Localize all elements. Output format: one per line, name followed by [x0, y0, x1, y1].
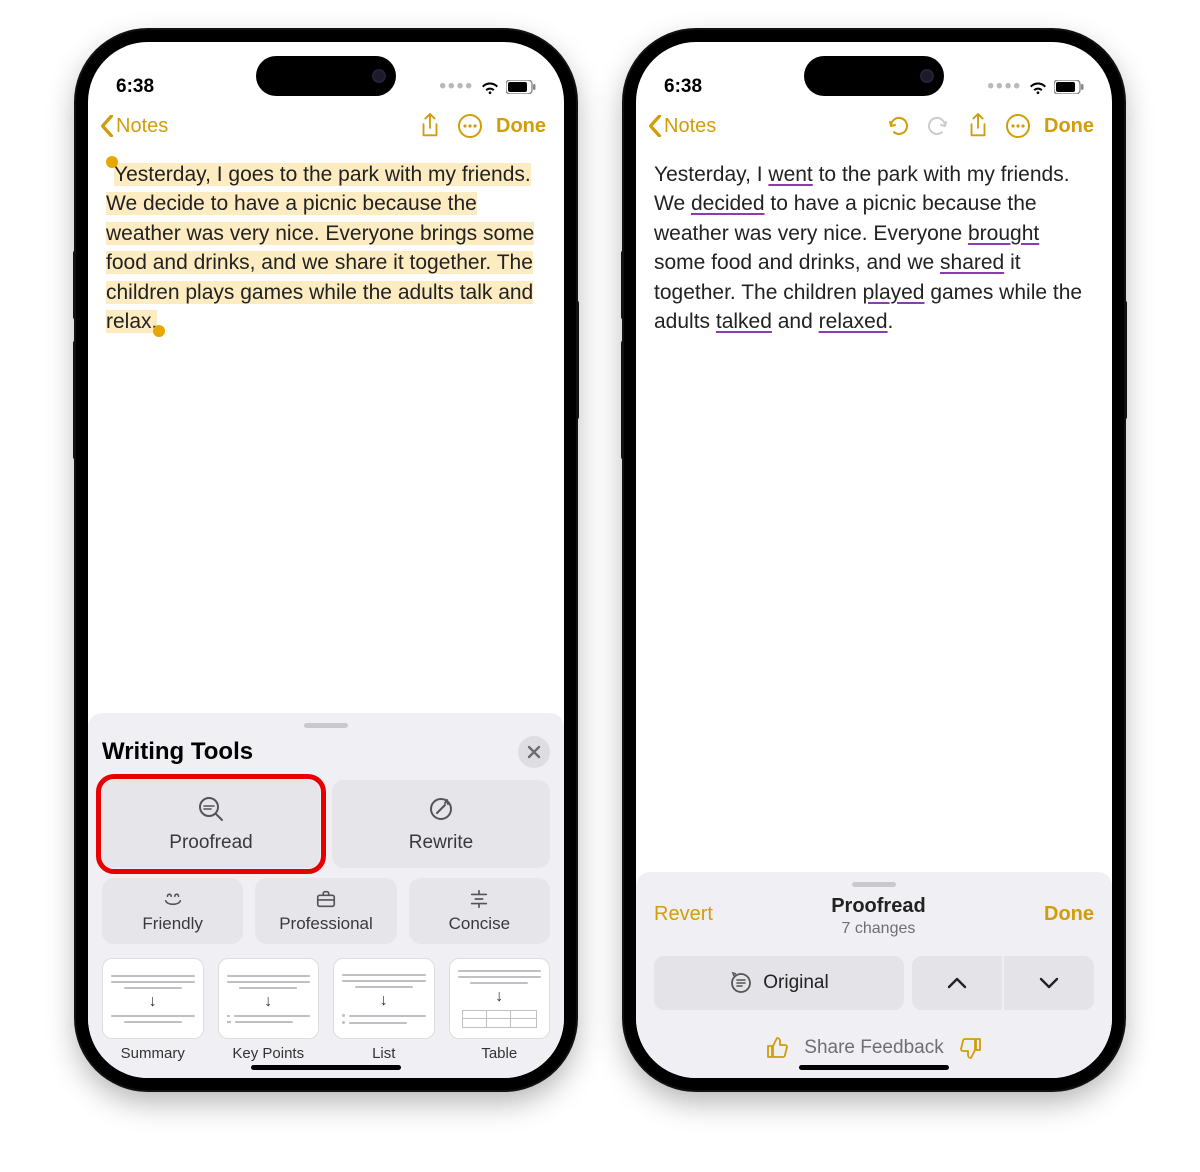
chevron-up-icon: [947, 976, 967, 990]
battery-icon: [506, 80, 536, 94]
note-body[interactable]: Yesterday, I goes to the park with my fr…: [88, 150, 564, 713]
undo-button[interactable]: [880, 108, 916, 144]
back-button[interactable]: Notes: [648, 115, 716, 138]
more-button[interactable]: [452, 108, 488, 144]
rewrite-icon: [426, 794, 456, 824]
status-time: 6:38: [664, 76, 702, 98]
selection-start-handle[interactable]: [106, 156, 118, 168]
sheet-grabber[interactable]: [852, 882, 896, 887]
original-toggle[interactable]: Original: [654, 956, 904, 1010]
share-feedback-row: Share Feedback: [654, 1036, 1094, 1060]
proofread-title: Proofread: [831, 895, 925, 918]
share-button[interactable]: [412, 108, 448, 144]
prev-change-button[interactable]: [912, 956, 1002, 1010]
table-label: Table: [481, 1045, 517, 1062]
correction-word[interactable]: brought: [968, 222, 1039, 245]
ellipsis-circle-icon: [457, 113, 483, 139]
rewrite-label: Rewrite: [409, 832, 473, 854]
done-button[interactable]: Done: [1044, 115, 1094, 138]
ellipsis-circle-icon: [1005, 113, 1031, 139]
chevron-left-icon: [648, 115, 662, 137]
thumbs-up-icon[interactable]: [766, 1036, 790, 1060]
more-button[interactable]: [1000, 108, 1036, 144]
nav-bar: Notes Done: [636, 102, 1112, 150]
correction-word[interactable]: went: [768, 163, 812, 186]
thumbs-down-icon[interactable]: [958, 1036, 982, 1060]
status-time: 6:38: [116, 76, 154, 98]
screen-left: 6:38 •••• Notes Done Yesterday, I goes t…: [88, 42, 564, 1078]
proofread-button[interactable]: Proofread: [102, 780, 320, 868]
list-card[interactable]: ↓ List: [333, 958, 435, 1062]
correction-word[interactable]: decided: [691, 192, 765, 215]
correction-word[interactable]: talked: [716, 310, 772, 333]
table-card[interactable]: ↓ Table: [449, 958, 551, 1062]
share-feedback-label[interactable]: Share Feedback: [804, 1037, 943, 1059]
proofread-label: Proofread: [169, 832, 252, 854]
sheet-done-button[interactable]: Done: [1044, 895, 1094, 926]
undo-icon: [886, 114, 910, 138]
battery-icon: [1054, 80, 1084, 94]
sheet-grabber[interactable]: [304, 723, 348, 728]
summary-card[interactable]: ↓ Summary: [102, 958, 204, 1062]
back-label: Notes: [116, 115, 168, 138]
changes-count: 7 changes: [831, 920, 925, 938]
done-button[interactable]: Done: [496, 115, 546, 138]
chevron-down-icon: [1039, 976, 1059, 990]
chevron-left-icon: [100, 115, 114, 137]
close-button[interactable]: [518, 736, 550, 768]
correction-word[interactable]: played: [863, 281, 925, 304]
nav-bar: Notes Done: [88, 102, 564, 150]
share-icon: [967, 113, 989, 139]
original-icon: [729, 971, 753, 995]
close-icon: [527, 745, 541, 759]
proofread-result-sheet: Revert Proofread 7 changes Done Original: [636, 872, 1112, 1078]
summary-label: Summary: [121, 1045, 185, 1062]
wifi-icon: [480, 79, 500, 95]
friendly-label: Friendly: [142, 914, 202, 934]
arrow-down-icon: ↓: [149, 993, 157, 1011]
friendly-button[interactable]: Friendly: [102, 878, 243, 944]
phone-left: 6:38 •••• Notes Done Yesterday, I goes t…: [76, 30, 576, 1090]
correction-word[interactable]: shared: [940, 251, 1004, 274]
cellular-dots-icon: ••••: [987, 76, 1022, 98]
phone-right: 6:38 •••• Notes: [624, 30, 1124, 1090]
arrow-down-icon: ↓: [380, 992, 388, 1010]
back-button[interactable]: Notes: [100, 115, 168, 138]
concise-button[interactable]: Concise: [409, 878, 550, 944]
dynamic-island: [804, 56, 944, 96]
share-icon: [419, 113, 441, 139]
arrow-down-icon: ↓: [495, 988, 503, 1006]
rewrite-button[interactable]: Rewrite: [332, 780, 550, 868]
cellular-dots-icon: ••••: [439, 76, 474, 98]
proofread-icon: [196, 794, 226, 824]
selection-end-handle[interactable]: [153, 325, 165, 337]
selected-text[interactable]: Yesterday, I goes to the park with my fr…: [106, 163, 534, 333]
keypoints-card[interactable]: ↓ Key Points: [218, 958, 320, 1062]
redo-icon: [926, 114, 950, 138]
note-body[interactable]: Yesterday, I went to the park with my fr…: [636, 150, 1112, 872]
writing-tools-sheet: Writing Tools Proofread Rewrite Fri: [88, 713, 564, 1078]
keypoints-label: Key Points: [232, 1045, 304, 1062]
original-label: Original: [763, 972, 828, 994]
sheet-title: Writing Tools: [102, 738, 253, 766]
share-button[interactable]: [960, 108, 996, 144]
correction-word[interactable]: relaxed: [819, 310, 888, 333]
home-indicator[interactable]: [251, 1065, 401, 1070]
back-label: Notes: [664, 115, 716, 138]
revert-button[interactable]: Revert: [654, 895, 713, 926]
friendly-icon: [162, 888, 184, 910]
home-indicator[interactable]: [799, 1065, 949, 1070]
next-change-button[interactable]: [1004, 956, 1094, 1010]
arrow-down-icon: ↓: [264, 993, 272, 1011]
dynamic-island: [256, 56, 396, 96]
redo-button: [920, 108, 956, 144]
professional-button[interactable]: Professional: [255, 878, 396, 944]
professional-label: Professional: [279, 914, 373, 934]
screen-right: 6:38 •••• Notes: [636, 42, 1112, 1078]
concise-icon: [468, 888, 490, 910]
list-label: List: [372, 1045, 395, 1062]
briefcase-icon: [315, 888, 337, 910]
concise-label: Concise: [449, 914, 510, 934]
wifi-icon: [1028, 79, 1048, 95]
